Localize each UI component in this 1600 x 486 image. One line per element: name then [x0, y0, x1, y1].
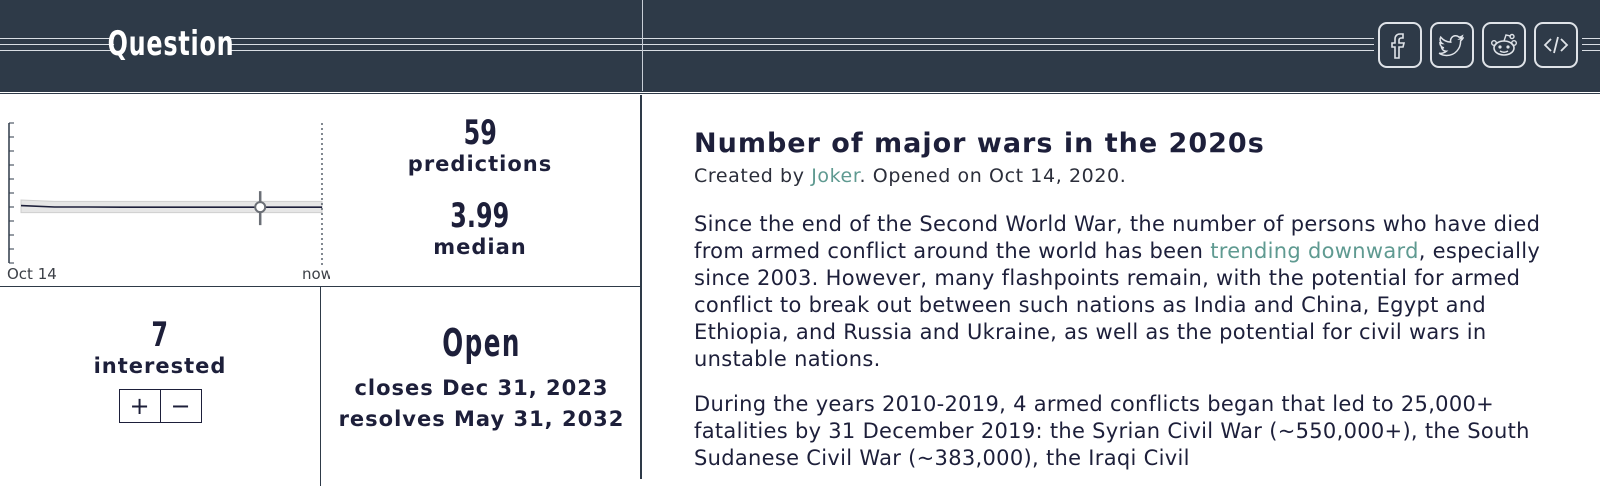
author-link[interactable]: Joker [811, 165, 859, 187]
interested-count: 7 [151, 315, 169, 355]
median-value: 3.99 [450, 196, 510, 236]
question-meta: Created by Joker. Opened on Oct 14, 2020… [694, 162, 1564, 190]
interested-label: interested [93, 354, 227, 378]
prediction-history-chart: Oct 14 now [7, 122, 330, 283]
interested-stat: 7 interested + − [0, 317, 320, 423]
facebook-icon [1391, 33, 1406, 59]
share-icons [1374, 22, 1582, 68]
stats-panel: Oct 14 now 59 predictions 3.99 median 7 … [0, 95, 642, 486]
opened-date: . Opened on Oct 14, 2020. [859, 165, 1127, 187]
description-paragraph: Since the end of the Second World War, t… [694, 211, 1564, 373]
selected-point [254, 201, 267, 214]
predictions-label: predictions [407, 152, 553, 176]
header-rule [0, 50, 1600, 51]
close-date: closes Dec 31, 2023 [354, 376, 609, 400]
resolve-date: resolves May 31, 2032 [338, 407, 625, 431]
question-title: Number of major wars in the 2020s [694, 128, 1265, 159]
header-rule [0, 44, 1600, 45]
facebook-share-button[interactable] [1378, 22, 1422, 68]
median-stat: 3.99 median [360, 198, 600, 260]
embed-code-icon [1543, 36, 1569, 54]
section-title: Question [108, 18, 234, 70]
interest-vote-controls: + − [118, 389, 202, 423]
reddit-share-button[interactable] [1482, 22, 1526, 68]
reddit-icon [1491, 33, 1518, 56]
status-stat: Open closes Dec 31, 2023 resolves May 31… [321, 321, 642, 435]
question-details: Number of major wars in the 2020s Create… [694, 120, 1564, 472]
twitter-share-button[interactable] [1430, 22, 1474, 68]
trending-downward-link[interactable]: trending downward [1210, 239, 1419, 263]
median-label: median [433, 235, 527, 259]
description-paragraph: During the years 2010-2019, 4 armed conf… [694, 392, 1530, 470]
created-prefix: Created by [694, 165, 812, 187]
upvote-button[interactable]: + [119, 390, 160, 422]
header-divider [642, 0, 643, 91]
predictions-count: 59 [463, 113, 497, 153]
header-rule [0, 38, 1600, 39]
downvote-button[interactable]: − [159, 390, 201, 422]
page-header: Question [0, 0, 1600, 91]
x-tick-label: now [302, 265, 330, 283]
twitter-icon [1438, 34, 1464, 57]
predictions-stat: 59 predictions [360, 115, 600, 177]
question-status: Open [442, 321, 521, 365]
x-tick-label: Oct 14 [7, 265, 57, 283]
panel-divider [0, 286, 642, 287]
embed-code-button[interactable] [1534, 22, 1578, 68]
header-bottom-rule [0, 91, 1600, 94]
